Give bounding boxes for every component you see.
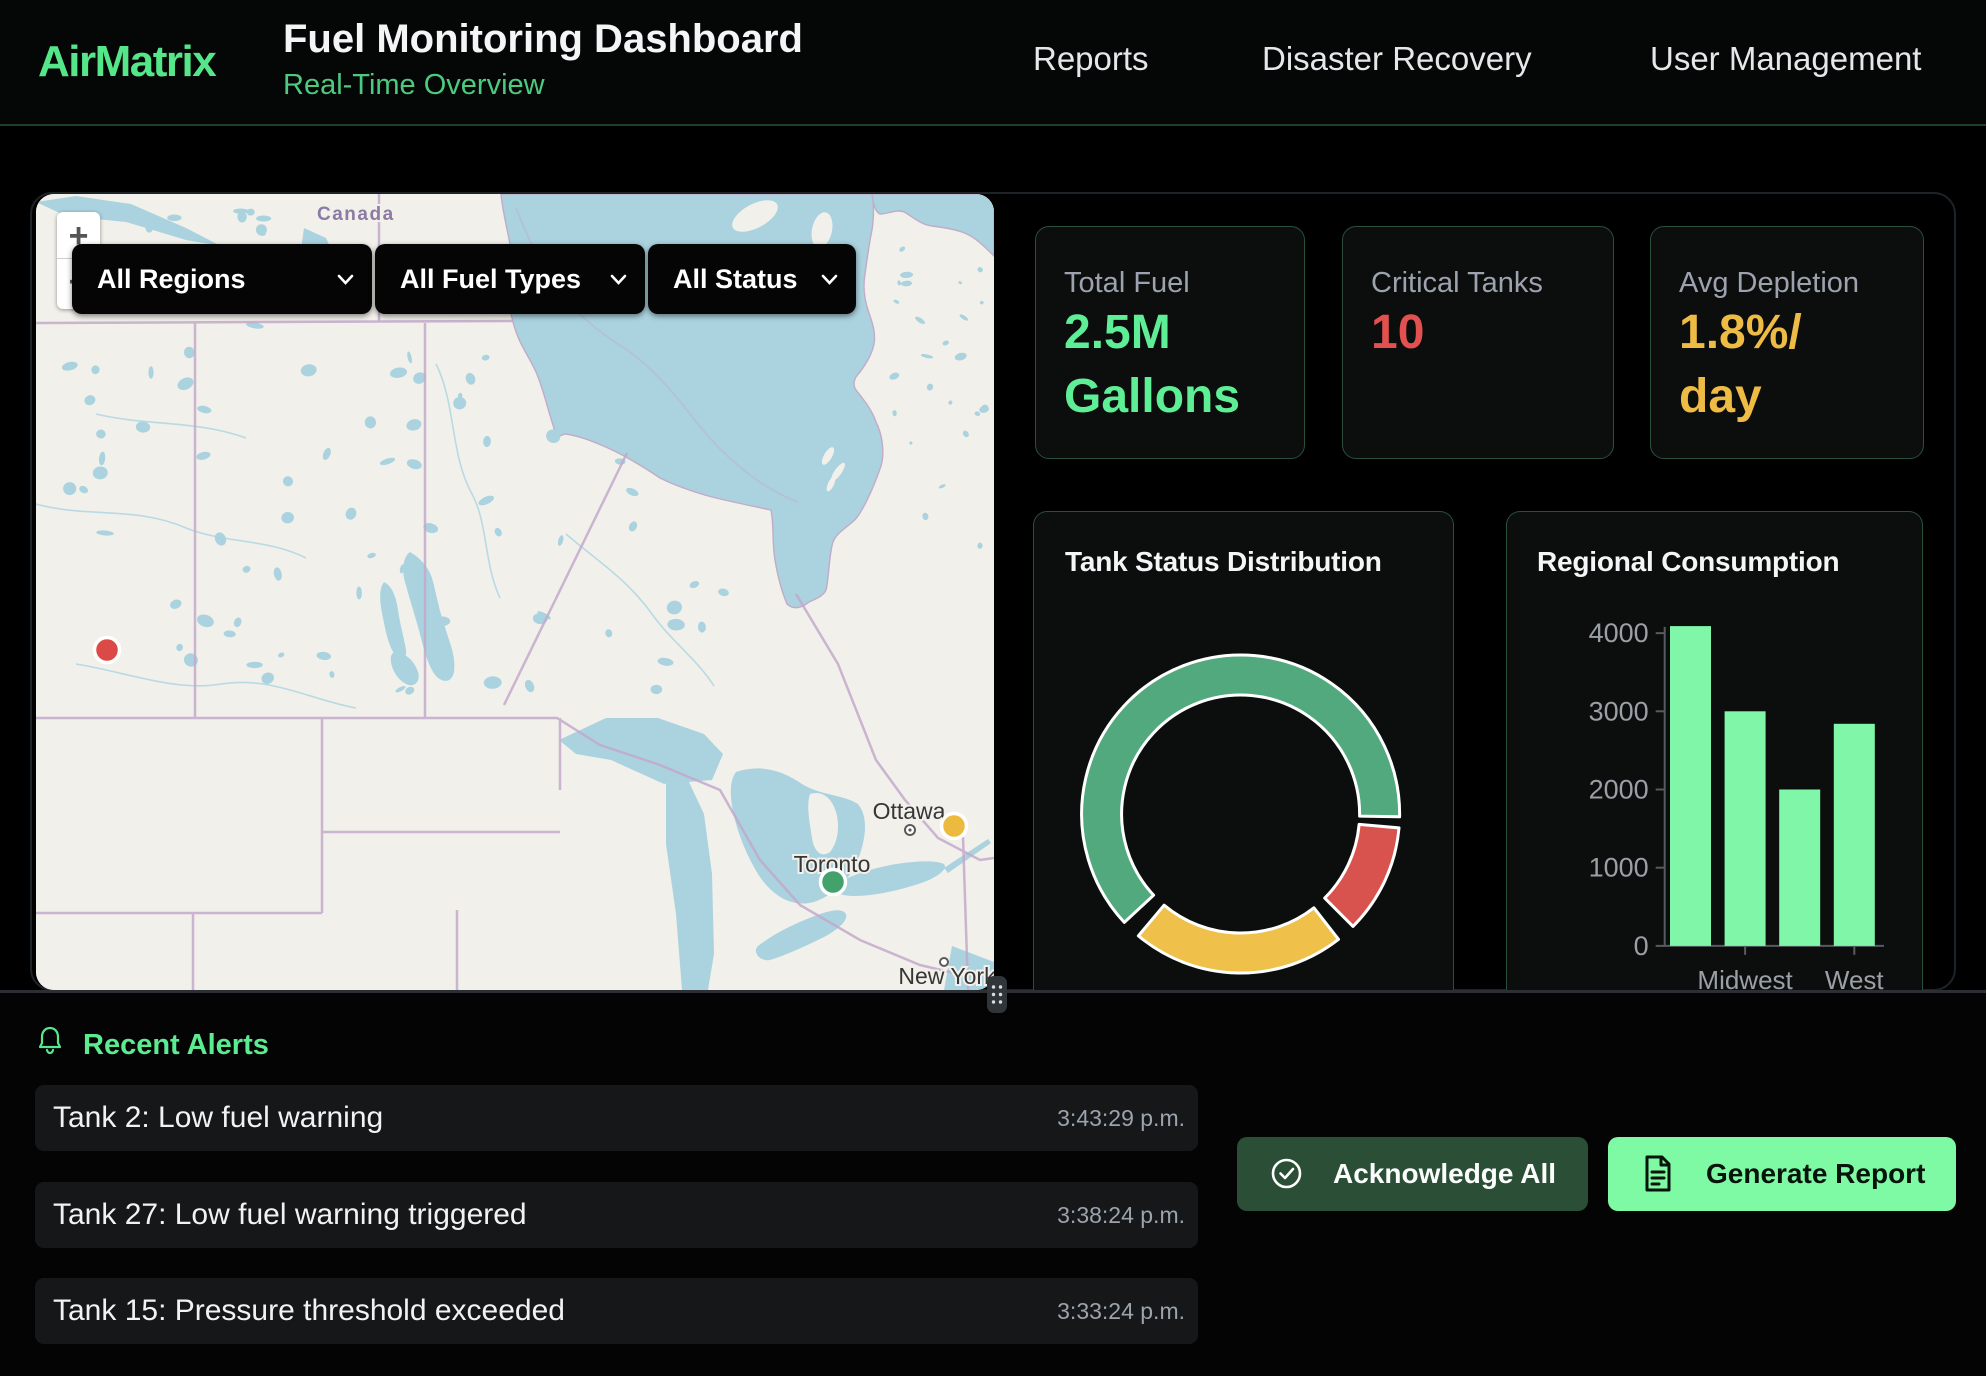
svg-text:0: 0: [1634, 931, 1649, 961]
svg-text:West: West: [1825, 965, 1885, 990]
svg-text:Canada: Canada: [317, 204, 395, 225]
svg-text:3000: 3000: [1589, 696, 1649, 726]
svg-text:2000: 2000: [1589, 775, 1649, 805]
svg-text:1000: 1000: [1589, 853, 1649, 883]
svg-text:4000: 4000: [1589, 618, 1649, 648]
svg-text:Midwest: Midwest: [1697, 965, 1793, 990]
svg-text:Ottawa: Ottawa: [873, 798, 946, 824]
svg-text:New York: New York: [898, 963, 994, 989]
